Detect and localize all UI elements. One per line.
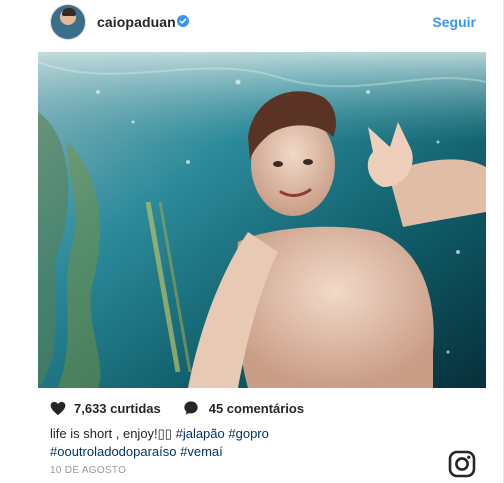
caption-emoji: ▯▯ [157, 426, 172, 441]
follow-button[interactable]: Seguir [432, 14, 476, 30]
avatar[interactable] [50, 4, 86, 40]
comment-icon[interactable] [183, 400, 199, 416]
hashtag-link[interactable]: #gopro [228, 426, 268, 441]
post-date[interactable]: 10 DE AGOSTO [50, 465, 126, 476]
post-stats: 7,633 curtidas 45 comentários [50, 399, 304, 417]
verified-badge-icon [177, 15, 189, 27]
caption-text: life is short , enjoy! [50, 426, 158, 441]
hashtag-link[interactable]: #ooutroladodoparaíso [50, 444, 177, 459]
comments-count: 45 comentários [208, 400, 305, 416]
likes-count: 7,633 curtidas [74, 400, 161, 416]
hashtag-link[interactable]: #jalapão [176, 426, 225, 441]
heart-icon[interactable] [50, 401, 66, 416]
hashtag-link[interactable]: #vemaí [180, 444, 223, 459]
post-caption: life is short , enjoy!▯▯ #jalapão #gopro… [50, 425, 430, 461]
instagram-logo-icon[interactable] [448, 450, 476, 478]
post-header: caiopaduan Seguir [0, 0, 504, 48]
post-photo[interactable] [38, 52, 486, 388]
username-link[interactable]: caiopaduan [97, 14, 176, 30]
instagram-embed-post: caiopaduan Seguir 7,633 curtidas 45 come… [0, 0, 504, 483]
